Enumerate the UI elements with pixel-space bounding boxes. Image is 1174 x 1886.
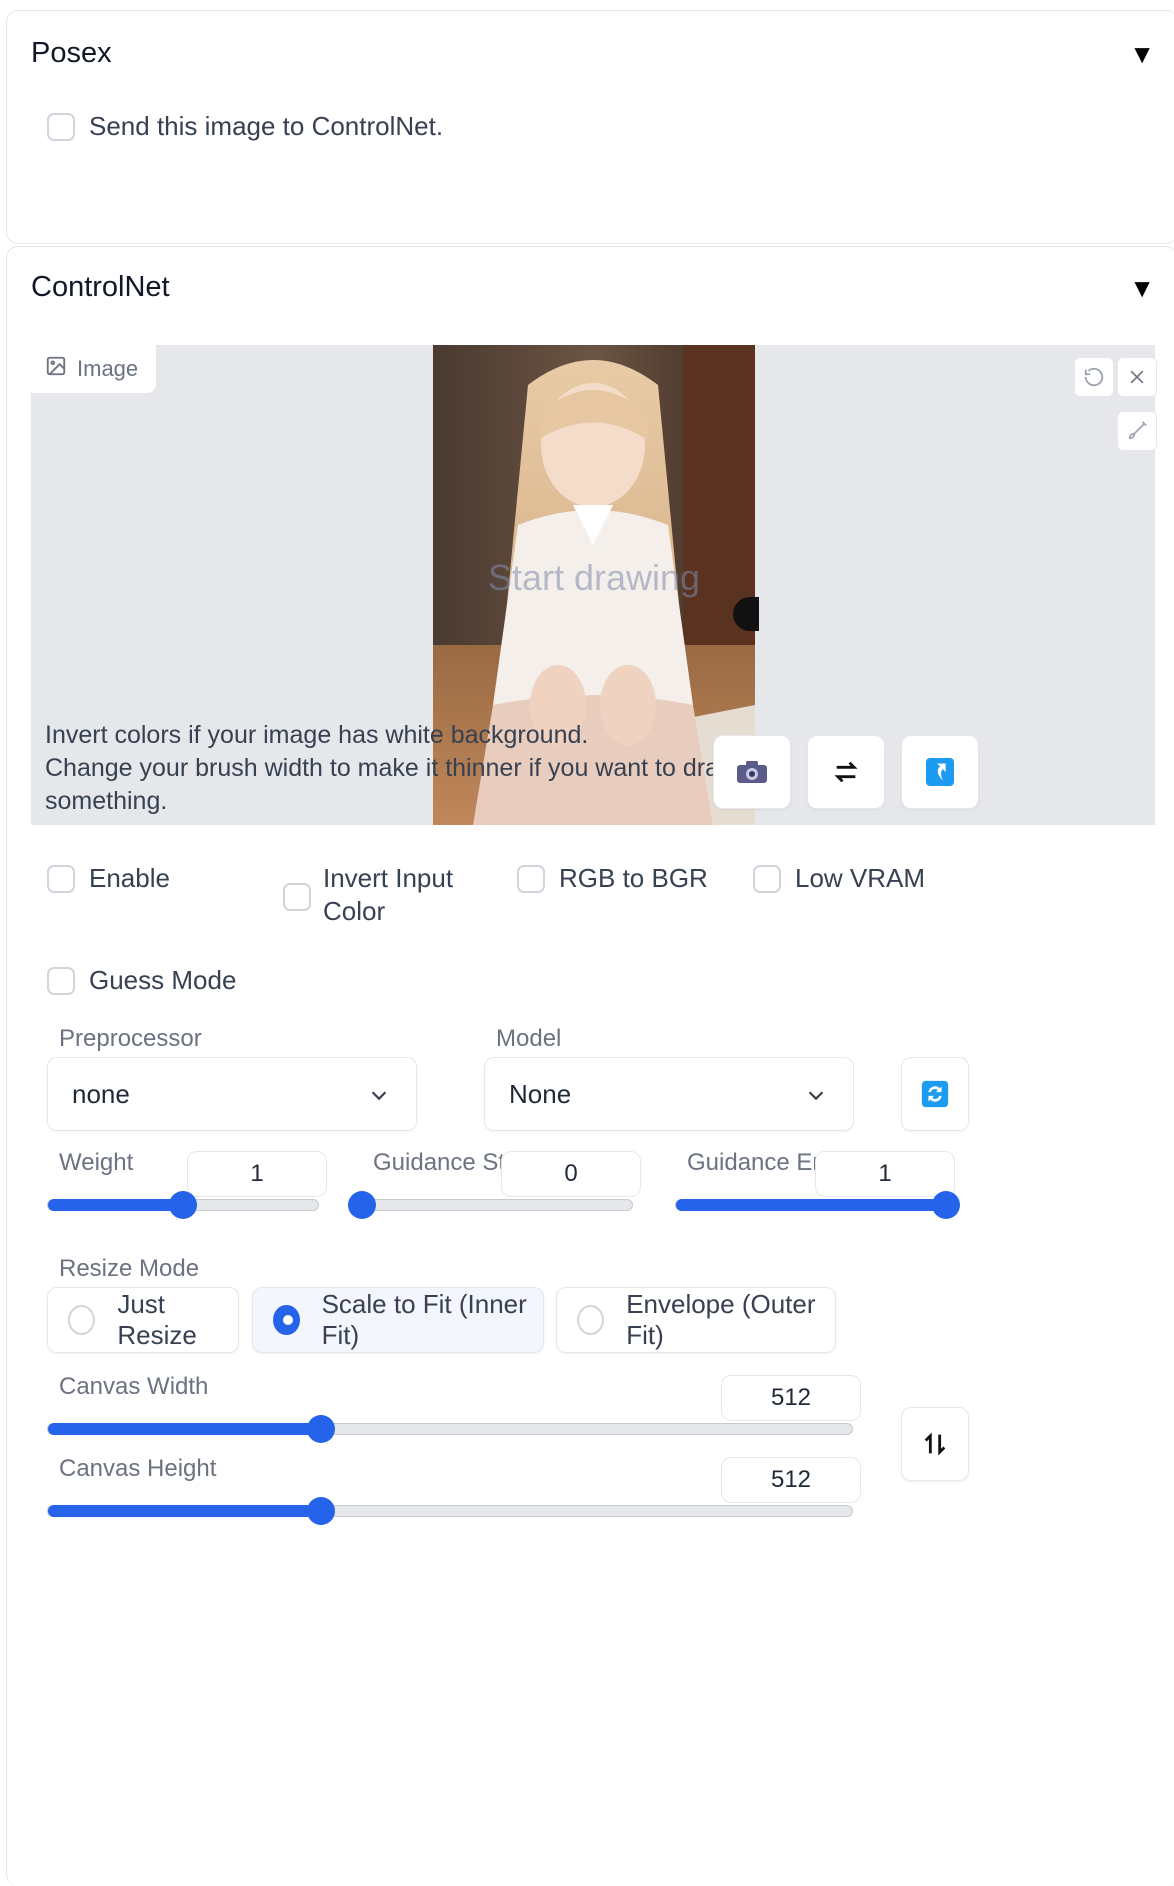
weight-slider-fill (48, 1199, 183, 1211)
preprocessor-label: Preprocessor (59, 1025, 202, 1052)
canvas-height-slider-thumb[interactable] (307, 1497, 335, 1525)
low-vram-label: Low VRAM (795, 863, 926, 893)
weight-label: Weight (59, 1149, 134, 1176)
invert-input-label-line1: Invert Input (323, 863, 454, 893)
brush-icon (1128, 421, 1147, 440)
guess-mode-option[interactable]: Guess Mode (47, 965, 236, 996)
resize-envelope[interactable]: Envelope (Outer Fit) (556, 1287, 836, 1353)
swap-arrows-icon (834, 761, 858, 783)
guidance-start-number-input[interactable]: 0 (501, 1151, 641, 1197)
help-text-line3: something. (45, 787, 168, 815)
weight-slider-thumb[interactable] (169, 1191, 197, 1219)
canvas-width-slider-fill (48, 1423, 321, 1435)
resize-mode-label: Resize Mode (59, 1255, 200, 1282)
resize-scale-to-fit[interactable]: Scale to Fit (Inner Fit) (252, 1287, 544, 1353)
controlnet-panel: ControlNet ▼ Image Start drawing Invert … (6, 246, 1174, 1886)
posex-title: Posex (31, 37, 112, 69)
canvas-width-label: Canvas Width (59, 1373, 209, 1400)
model-label: Model (496, 1025, 562, 1052)
canvas-cursor (733, 597, 759, 631)
guidance-end-slider-fill (676, 1199, 946, 1211)
image-canvas[interactable]: Image Start drawing (31, 345, 1157, 825)
send-to-controlnet-option[interactable]: Send this image to ControlNet. (47, 111, 443, 142)
image-tab-label: Image (31, 345, 158, 394)
chevron-down-icon (808, 1091, 824, 1101)
enable-label: Enable (89, 863, 170, 893)
rgb-to-bgr-checkbox[interactable] (517, 864, 545, 893)
invert-input-label-line2: Color (323, 896, 386, 926)
canvas-height-number-input[interactable]: 512 (721, 1457, 861, 1503)
low-vram-option[interactable]: Low VRAM (753, 863, 925, 894)
enable-checkbox[interactable] (47, 864, 75, 893)
model-value: None (509, 1078, 572, 1109)
undo-icon (1084, 367, 1104, 387)
image-tab-text: Image (77, 356, 139, 381)
undo-button[interactable] (1074, 357, 1114, 397)
guidance-start-label: Guidance Start (373, 1149, 503, 1176)
chevron-down-icon (371, 1091, 387, 1101)
guess-mode-checkbox[interactable] (47, 966, 75, 995)
canvas-width-number-input[interactable]: 512 (721, 1375, 861, 1421)
send-dimensions-icon (926, 758, 954, 786)
model-select[interactable]: None (484, 1057, 854, 1131)
controlnet-collapse-toggle[interactable]: ▼ (1129, 273, 1155, 304)
enable-option[interactable]: Enable (47, 863, 170, 894)
refresh-models-button[interactable] (901, 1057, 969, 1131)
help-text-line1: Invert colors if your image has white ba… (45, 721, 589, 749)
weight-number-input[interactable]: 1 (187, 1151, 327, 1197)
camera-icon (737, 761, 767, 783)
canvas-height-label: Canvas Height (59, 1455, 217, 1482)
guidance-end-number-input[interactable]: 1 (815, 1151, 955, 1197)
guidance-end-slider[interactable] (675, 1191, 960, 1219)
refresh-icon (921, 1080, 949, 1108)
guidance-end-label: Guidance End (687, 1149, 817, 1176)
preprocessor-value: none (72, 1078, 130, 1109)
controlnet-title: ControlNet (31, 271, 170, 303)
resize-envelope-radio[interactable] (577, 1305, 605, 1335)
clear-button[interactable] (1117, 357, 1157, 397)
brush-button[interactable] (1117, 411, 1157, 451)
resize-just-resize-radio[interactable] (68, 1305, 96, 1335)
uploaded-photo: Start drawing (433, 345, 755, 825)
canvas-width-slider[interactable] (47, 1415, 853, 1443)
resize-scale-to-fit-radio[interactable] (273, 1305, 300, 1335)
guidance-start-slider[interactable] (348, 1191, 633, 1219)
resize-envelope-label: Envelope (Outer Fit) (626, 1289, 816, 1350)
preprocessor-select[interactable]: none (47, 1057, 417, 1131)
resize-just-resize[interactable]: Just Resize (47, 1287, 239, 1353)
canvas-width-slider-thumb[interactable] (307, 1415, 335, 1443)
weight-slider[interactable] (47, 1191, 319, 1219)
low-vram-checkbox[interactable] (753, 864, 781, 893)
canvas-overlay-text: Start drawing (487, 557, 701, 598)
send-to-controlnet-checkbox[interactable] (47, 112, 75, 141)
close-icon (1130, 370, 1144, 384)
image-icon (45, 355, 67, 383)
invert-input-checkbox[interactable] (283, 883, 311, 911)
posex-collapse-toggle[interactable]: ▼ (1129, 39, 1155, 70)
rgb-to-bgr-label: RGB to BGR (559, 863, 708, 893)
posex-panel: Posex ▼ Send this image to ControlNet. (6, 10, 1174, 244)
swap-vertical-icon (924, 1432, 946, 1456)
help-text-line2: Change your brush width to make it thinn… (45, 754, 738, 782)
mirror-webcam-button[interactable] (807, 735, 885, 809)
webcam-button[interactable] (713, 735, 791, 809)
swap-dimensions-button[interactable] (901, 1407, 969, 1481)
canvas-height-slider[interactable] (47, 1497, 853, 1525)
resize-just-resize-label: Just Resize (117, 1289, 197, 1350)
resize-scale-to-fit-label: Scale to Fit (Inner Fit) (321, 1289, 527, 1350)
guidance-end-slider-thumb[interactable] (932, 1191, 960, 1219)
send-to-controlnet-label: Send this image to ControlNet. (89, 111, 444, 141)
guess-mode-label: Guess Mode (89, 965, 237, 995)
guidance-start-slider-thumb[interactable] (348, 1191, 376, 1219)
rgb-to-bgr-option[interactable]: RGB to BGR (517, 863, 708, 894)
send-dimensions-button[interactable] (901, 735, 979, 809)
canvas-height-slider-fill (48, 1505, 321, 1517)
